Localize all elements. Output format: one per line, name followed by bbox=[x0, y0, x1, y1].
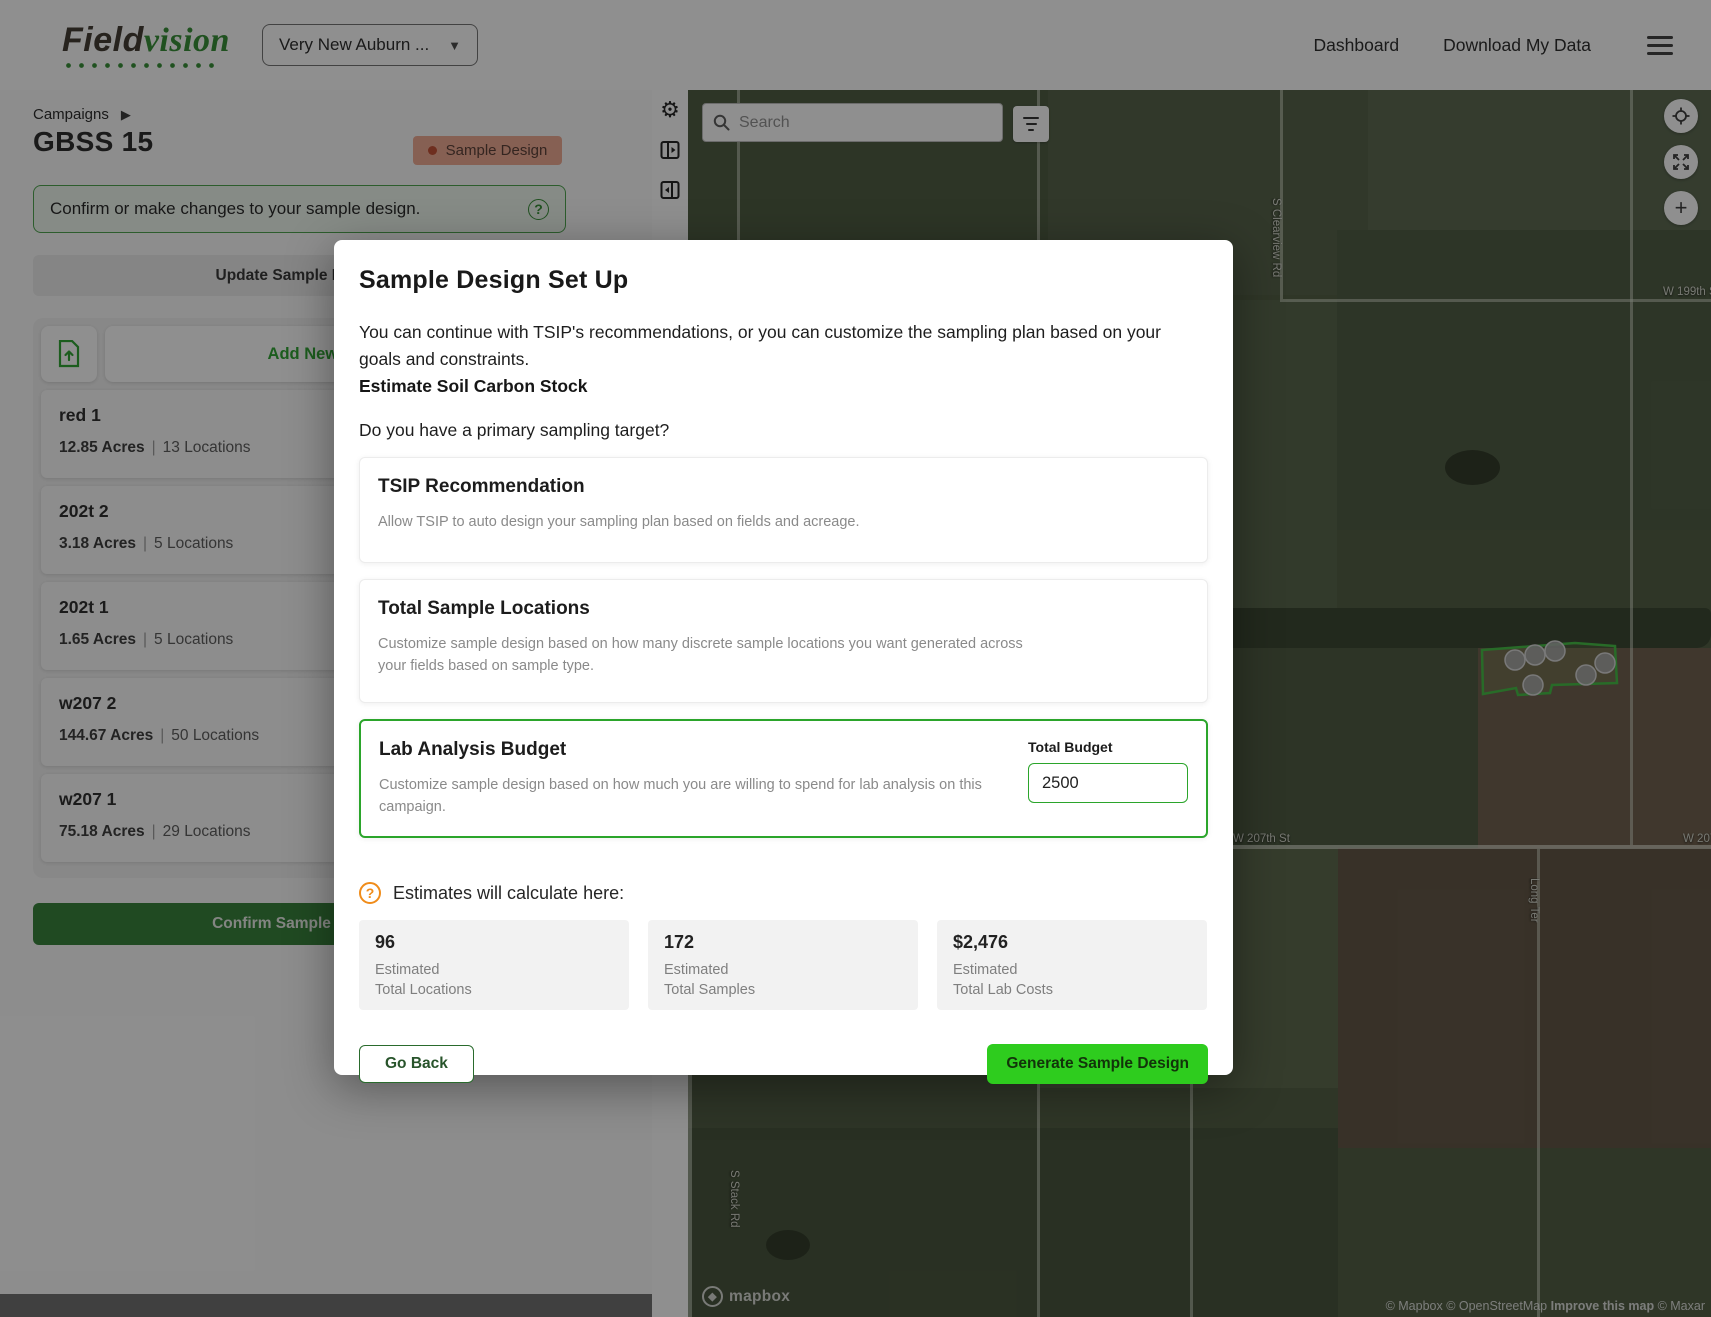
option-lab-analysis-budget[interactable]: Lab Analysis Budget Customize sample des… bbox=[359, 719, 1208, 838]
modal-title: Sample Design Set Up bbox=[359, 266, 1208, 295]
option-description: Customize sample design based on how man… bbox=[378, 633, 1050, 677]
option-tsip-recommendation[interactable]: TSIP Recommendation Allow TSIP to auto d… bbox=[359, 457, 1208, 563]
stat-value: 172 bbox=[664, 932, 902, 953]
generate-sample-design-button[interactable]: Generate Sample Design bbox=[987, 1044, 1208, 1084]
go-back-button[interactable]: Go Back bbox=[359, 1045, 474, 1083]
option-total-sample-locations[interactable]: Total Sample Locations Customize sample … bbox=[359, 579, 1208, 703]
sample-design-setup-modal: Sample Design Set Up You can continue wi… bbox=[334, 240, 1233, 1075]
option-title: Lab Analysis Budget bbox=[379, 739, 1010, 761]
option-title: Total Sample Locations bbox=[378, 598, 1189, 620]
stat-total-samples: 172 EstimatedTotal Samples bbox=[648, 920, 918, 1010]
stat-total-locations: 96 EstimatedTotal Locations bbox=[359, 920, 629, 1010]
stat-label: EstimatedTotal Locations bbox=[375, 960, 613, 1000]
option-description: Allow TSIP to auto design your sampling … bbox=[378, 511, 1050, 533]
total-budget-label: Total Budget bbox=[1028, 739, 1188, 755]
estimates-stats: 96 EstimatedTotal Locations 172 Estimate… bbox=[359, 920, 1208, 1010]
option-budget-left: Lab Analysis Budget Customize sample des… bbox=[379, 739, 1010, 818]
modal-question-text: Do you have a primary sampling target? bbox=[359, 420, 1208, 441]
stat-label: EstimatedTotal Lab Costs bbox=[953, 960, 1191, 1000]
modal-intro-text: You can continue with TSIP's recommendat… bbox=[359, 319, 1199, 373]
estimates-heading: Estimates will calculate here: bbox=[393, 883, 624, 904]
stat-value: $2,476 bbox=[953, 932, 1191, 953]
budget-input-group: Total Budget bbox=[1028, 739, 1188, 803]
total-budget-input[interactable] bbox=[1028, 763, 1188, 803]
option-description: Customize sample design based on how muc… bbox=[379, 774, 1010, 818]
modal-footer: Go Back Generate Sample Design bbox=[359, 1044, 1208, 1084]
option-title: TSIP Recommendation bbox=[378, 476, 1189, 498]
modal-goal-text: Estimate Soil Carbon Stock bbox=[359, 373, 1208, 400]
estimates-heading-row: ? Estimates will calculate here: bbox=[359, 882, 1208, 904]
stat-value: 96 bbox=[375, 932, 613, 953]
stat-label: EstimatedTotal Samples bbox=[664, 960, 902, 1000]
estimates-help-icon[interactable]: ? bbox=[359, 882, 381, 904]
stat-total-lab-costs: $2,476 EstimatedTotal Lab Costs bbox=[937, 920, 1207, 1010]
